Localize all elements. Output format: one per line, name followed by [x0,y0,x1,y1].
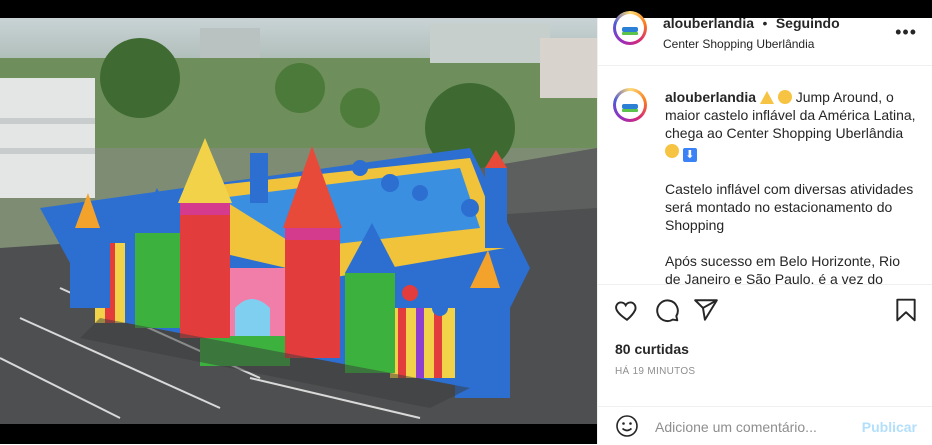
comment-input[interactable]: Adicione um comentário... [655,419,817,435]
caption-paragraph-2: Castelo inflável com diversas atividades… [665,181,914,233]
caption-paragraph-3: Após sucesso em Belo Horizonte, Rio de J… [665,253,900,284]
heart-icon[interactable] [614,297,640,323]
bookmark-icon[interactable] [893,297,919,323]
down-arrow-emoji-icon: ⬇ [682,148,697,162]
post-image[interactable] [0,18,597,424]
action-bar: 80 curtidas HÁ 19 MINUTOS [598,284,932,377]
comment-bar: Adicione um comentário... Publicar [598,406,932,445]
comment-icon[interactable] [654,297,680,323]
post-timestamp[interactable]: HÁ 19 MINUTOS [615,366,695,377]
caption-text: alouberlandia Jump Around, o maior caste… [665,88,917,284]
likes-count[interactable]: 80 curtidas [615,341,689,357]
post-details-panel: alouberlandia • Seguindo Center Shopping… [597,11,932,445]
follow-status-button[interactable]: Seguindo [776,15,840,31]
grinning-emoji-icon-2 [665,144,679,158]
grinning-emoji-icon [777,90,792,104]
emoji-icon[interactable] [615,414,639,438]
username-link[interactable]: alouberlandia [663,15,754,31]
caption-username-link[interactable]: alouberlandia [665,89,756,105]
location-link[interactable]: Center Shopping Uberlândia [663,37,814,51]
bottom-black-bar [0,424,597,444]
separator-dot: • [762,15,768,31]
more-options-icon[interactable]: ••• [895,22,917,43]
post-header: alouberlandia • Seguindo Center Shopping… [598,11,932,66]
warning-emoji-icon [759,91,774,104]
inflatable-castle-photo [0,18,597,424]
caption-avatar[interactable] [613,88,647,122]
header-title-row: alouberlandia • Seguindo [663,15,840,33]
caption-section: alouberlandia Jump Around, o maior caste… [598,66,932,284]
avatar[interactable] [613,11,647,45]
publish-button[interactable]: Publicar [862,419,917,435]
share-icon[interactable] [693,297,719,323]
